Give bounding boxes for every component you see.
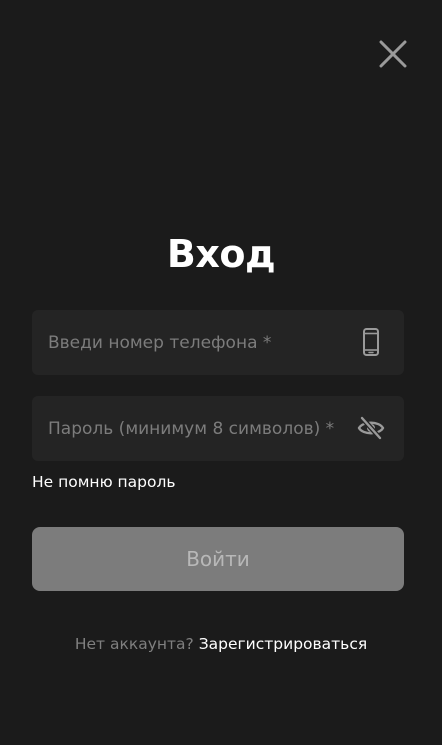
phone-input[interactable] [48,310,348,375]
login-button[interactable]: Войти [32,527,404,591]
eye-off-icon[interactable] [356,413,386,443]
close-button[interactable] [375,36,411,72]
password-field-container [32,396,404,461]
signup-link[interactable]: Зарегистрироваться [199,635,367,653]
password-input[interactable] [48,396,348,461]
page-title: Вход [166,232,276,276]
phone-field-container [32,310,404,375]
forgot-password-link[interactable]: Не помню пароль [32,473,176,491]
close-icon [379,40,407,68]
signup-prompt: Нет аккаунта? [74,635,194,653]
login-screen: Вход Не помню пароль Войти Нет аккаунта? [0,0,442,745]
signup-row: Нет аккаунта? Зарегистрироваться [0,635,442,653]
smartphone-icon [356,327,386,357]
